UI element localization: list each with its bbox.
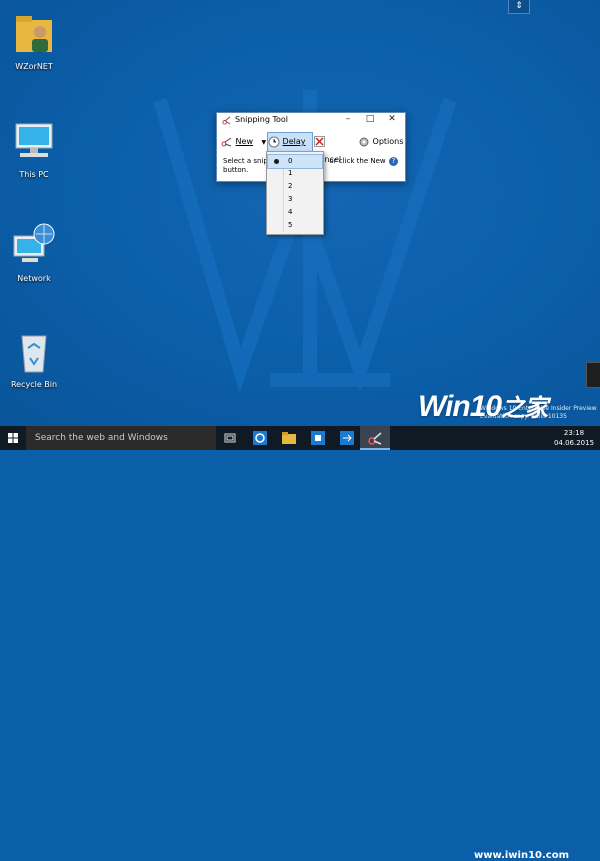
network-icon (10, 222, 58, 270)
desktop-icon-wzornet[interactable]: WZorNET (0, 10, 69, 71)
delay-option-label: 1 (288, 169, 293, 177)
delay-option-4[interactable]: 4 (268, 206, 322, 219)
clock-date: 04.06.2015 (553, 439, 595, 447)
user-folder-icon (10, 10, 58, 58)
desktop: WZorNET This PC Network Recycle Bin ⇕ Sn… (0, 0, 600, 426)
options-button[interactable]: Options (358, 133, 404, 151)
desktop-icon-recycle-bin[interactable]: Recycle Bin (0, 328, 69, 389)
teamviewer-icon[interactable] (339, 430, 355, 446)
delay-option-label: 5 (288, 221, 293, 229)
edge-browser-icon[interactable] (252, 430, 268, 446)
help-icon[interactable]: ? (389, 157, 398, 166)
clock-icon (268, 136, 280, 147)
site-logo: Win10之家 (418, 388, 548, 424)
taskbar-item-snipping-tool[interactable] (360, 426, 390, 450)
delay-option-label: 4 (288, 208, 293, 216)
delay-option-3[interactable]: 3 (268, 193, 322, 206)
scissors-icon (368, 432, 382, 445)
system-clock[interactable]: 23:18 04.06.2015 (552, 428, 596, 448)
new-snip-button[interactable]: New ▼ (221, 133, 267, 151)
start-button[interactable] (0, 426, 26, 450)
delay-option-label: 3 (288, 195, 293, 203)
close-button[interactable]: ✕ (381, 113, 403, 127)
gear-icon (359, 137, 369, 146)
window-title: Snipping Tool (235, 115, 288, 124)
desktop-icon-network[interactable]: Network (0, 222, 69, 283)
delay-button[interactable]: Delay ▼ (267, 132, 313, 164)
desktop-icon-label: WZorNET (15, 62, 53, 71)
toolbar: New ▼ Delay ▼ Cancel (217, 131, 405, 164)
cancel-button[interactable]: Cancel (314, 133, 354, 164)
instruction-line-2: button. (223, 166, 249, 174)
computer-icon (10, 118, 58, 166)
logo-cn: 之家 (501, 395, 548, 422)
store-icon[interactable] (310, 430, 326, 446)
new-label: New (235, 137, 253, 146)
delay-option-5[interactable]: 5 (268, 219, 322, 232)
delay-label: Delay (282, 137, 306, 146)
windows-logo-icon (8, 433, 18, 443)
clock-time: 23:18 (563, 429, 585, 437)
logo-ten: 10 (469, 390, 502, 423)
selected-dot-icon (274, 159, 279, 164)
logo-win: Win (418, 390, 471, 423)
side-widget-icon[interactable] (586, 362, 600, 388)
delay-dropdown-menu: 0 1 2 3 4 5 (266, 151, 324, 235)
options-label: Options (372, 137, 404, 146)
delay-option-2[interactable]: 2 (268, 180, 322, 193)
file-explorer-icon[interactable] (281, 430, 297, 446)
desktop-icon-label: Network (17, 274, 51, 283)
recycle-bin-icon (10, 328, 58, 376)
delay-option-1[interactable]: 1 (268, 167, 322, 180)
delay-option-label: 2 (288, 182, 293, 190)
instruction-line-1b: or click the New (329, 157, 386, 165)
site-url: www.iwin10.com (474, 850, 570, 861)
cancel-icon (314, 136, 325, 147)
maximize-button[interactable]: □ (359, 113, 381, 127)
desktop-icon-this-pc[interactable]: This PC (0, 118, 69, 179)
expand-arrows-icon[interactable]: ⇕ (508, 0, 530, 14)
task-view-icon[interactable] (222, 430, 238, 446)
chevron-down-icon[interactable]: ▼ (262, 139, 267, 146)
desktop-icon-label: Recycle Bin (10, 380, 58, 389)
minimize-button[interactable]: – (337, 113, 359, 127)
taskbar: Search the web and Windows www.iwin10.co… (0, 426, 600, 861)
title-bar[interactable]: Snipping Tool – □ ✕ (217, 113, 405, 127)
scissors-icon (222, 116, 231, 125)
new-snip-icon (221, 137, 232, 146)
desktop-icon-label: This PC (19, 170, 49, 179)
search-input[interactable]: Search the web and Windows (26, 426, 216, 450)
